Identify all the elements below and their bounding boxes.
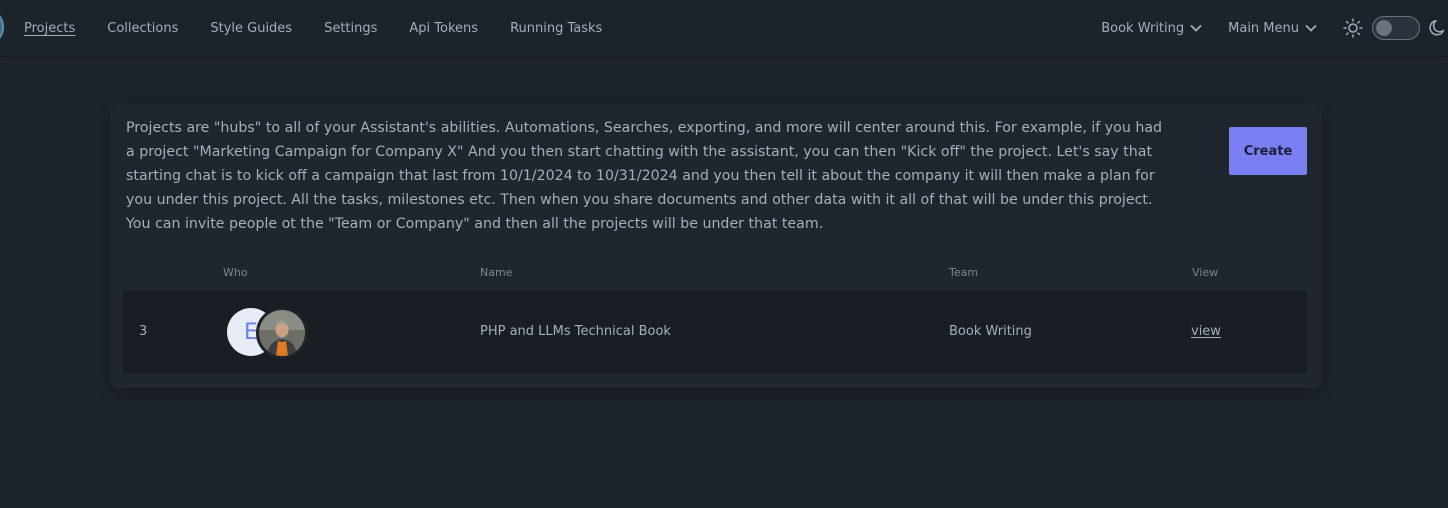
avatar-photo (256, 307, 308, 359)
main-menu-label: Main Menu (1228, 20, 1299, 36)
table-row: 3 E PHP and LLMs Technical Book Book Wri… (123, 291, 1307, 373)
nav-style-guides[interactable]: Style Guides (210, 21, 292, 36)
nav-api-tokens[interactable]: Api Tokens (409, 21, 478, 36)
chevron-down-icon (1190, 24, 1202, 32)
nav-right: Book Writing Main Menu (1101, 0, 1448, 56)
primary-nav: Projects Collections Style Guides Settin… (24, 0, 634, 56)
theme-switcher (1343, 16, 1448, 40)
main-menu-dropdown[interactable]: Main Menu (1228, 21, 1317, 36)
column-team: Team (949, 266, 979, 279)
nav-running-tasks[interactable]: Running Tasks (510, 21, 602, 36)
top-navbar: Projects Collections Style Guides Settin… (0, 0, 1448, 56)
moon-icon (1429, 20, 1445, 36)
column-name: Name (480, 266, 513, 279)
table-header: Who Name Team View (123, 264, 1307, 290)
projects-description: Projects are "hubs" to all of your Assis… (126, 120, 1163, 232)
toggle-knob (1376, 20, 1392, 36)
team-dropdown-label: Book Writing (1101, 20, 1185, 36)
view-link[interactable]: view (1191, 324, 1221, 339)
chevron-down-icon (1305, 24, 1317, 32)
logo-icon[interactable] (0, 13, 4, 41)
nav-settings[interactable]: Settings (324, 21, 377, 36)
nav-collections[interactable]: Collections (107, 21, 178, 36)
project-name[interactable]: PHP and LLMs Technical Book (480, 324, 671, 339)
project-id: 3 (139, 324, 148, 339)
team-dropdown[interactable]: Book Writing (1101, 21, 1202, 36)
person-photo-icon (259, 310, 305, 356)
project-team: Book Writing (949, 324, 1032, 339)
create-project-button[interactable]: Create (1229, 127, 1307, 175)
column-who: Who (223, 266, 248, 279)
column-view: View (1192, 266, 1219, 279)
sun-icon (1343, 18, 1363, 38)
theme-toggle[interactable] (1372, 16, 1420, 40)
projects-card: Projects are "hubs" to all of your Assis… (110, 104, 1322, 388)
nav-projects[interactable]: Projects (24, 21, 75, 36)
